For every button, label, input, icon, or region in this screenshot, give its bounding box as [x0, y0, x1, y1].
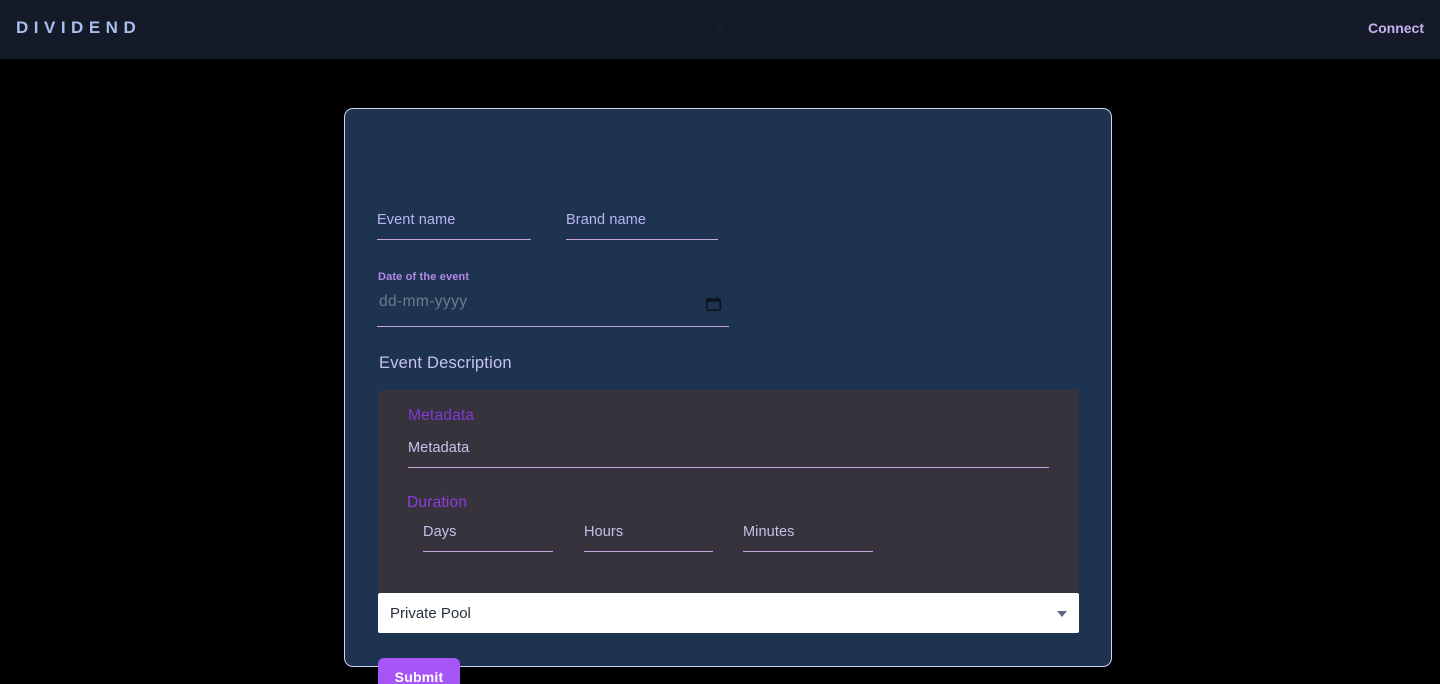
date-of-event-placeholder: dd-mm-yyyy — [379, 293, 468, 310]
app-header: DIVIDEND X Connect — [0, 0, 1440, 59]
pool-type-selected-value: Private Pool — [390, 605, 471, 622]
duration-days-input[interactable]: Days — [423, 524, 553, 552]
page-body: Event name Brand name Date of the event … — [0, 59, 1440, 684]
event-name-input[interactable]: Event name — [377, 212, 531, 240]
chevron-down-icon[interactable] — [1057, 611, 1067, 617]
duration-days-label: Days — [423, 524, 457, 540]
metadata-heading: Metadata — [408, 407, 475, 424]
metadata-input[interactable]: Metadata — [408, 440, 1049, 468]
calendar-icon[interactable] — [706, 297, 721, 311]
duration-hours-label: Hours — [584, 524, 624, 540]
duration-minutes-input[interactable]: Minutes — [743, 524, 873, 552]
event-name-label: Event name — [377, 212, 456, 228]
header-center-mark: X — [715, 22, 725, 36]
event-form-card: Event name Brand name Date of the event … — [344, 108, 1112, 684]
date-of-event-label: Date of the event — [378, 271, 470, 283]
date-of-event-input[interactable]: Date of the event dd-mm-yyyy — [377, 271, 729, 327]
brand-name-label: Brand name — [566, 212, 646, 228]
duration-heading: Duration — [407, 494, 468, 511]
brand-name-input[interactable]: Brand name — [566, 212, 718, 240]
duration-minutes-label: Minutes — [743, 524, 795, 540]
event-description-title: Event Description — [379, 354, 512, 372]
pool-type-select[interactable]: Private Pool — [378, 593, 1079, 633]
submit-button[interactable]: Submit — [378, 658, 460, 684]
connect-wallet-button[interactable]: Connect — [1368, 20, 1424, 36]
event-description-panel: Metadata Metadata Duration Days Hours Mi… — [378, 390, 1079, 593]
duration-hours-input[interactable]: Hours — [584, 524, 713, 552]
metadata-label: Metadata — [408, 440, 470, 456]
